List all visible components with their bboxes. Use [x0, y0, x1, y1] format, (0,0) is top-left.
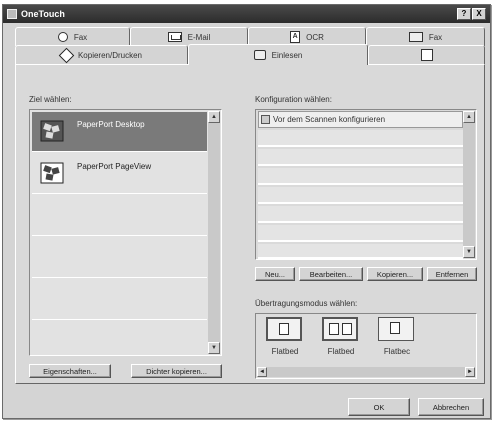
flatbed-single-icon [266, 317, 302, 341]
paperport-pageview-icon [40, 162, 64, 184]
copy-destination-button[interactable]: Dichter kopieren... [131, 364, 222, 378]
scroll-down-button[interactable]: ▼ [463, 246, 475, 258]
title-bar-buttons: ? X [457, 8, 486, 20]
cancel-button[interactable]: Abbrechen [418, 398, 484, 416]
scan-icon [253, 50, 266, 60]
flatbed-double-icon [322, 317, 358, 341]
tab-fax-2[interactable]: Fax [366, 27, 485, 46]
target-list[interactable]: PaperPort Desktop PaperPort PageView ▲ ▼ [29, 109, 222, 356]
config-icon [261, 115, 270, 124]
tab-label: Kopieren/Drucken [77, 50, 143, 60]
tab-label: Fax [428, 32, 443, 42]
transfer-mode-item[interactable]: Flatbed [316, 317, 366, 367]
mode-label: Flatbed [327, 347, 355, 356]
window-title: OneTouch [21, 9, 65, 19]
ocr-icon: A [290, 31, 301, 43]
list-item[interactable]: PaperPort PageView [32, 154, 207, 194]
list-item [32, 280, 207, 320]
list-item [32, 322, 207, 355]
onetouch-window: OneTouch ? X Fax E-Mail A OCR Fax Kopier… [2, 4, 491, 419]
new-config-button[interactable]: Neu... [255, 267, 295, 281]
tab-row-front: Kopieren/Drucken Einlesen [15, 44, 485, 65]
tab-blank[interactable] [368, 45, 485, 64]
tab-label: OCR [306, 32, 324, 42]
scroll-up-button[interactable]: ▲ [208, 111, 220, 123]
list-item [258, 187, 463, 204]
list-item-label: PaperPort PageView [77, 162, 152, 171]
blank-tab-icon [420, 49, 433, 61]
scroll-right-button[interactable]: ► [465, 367, 475, 377]
title-bar[interactable]: OneTouch ? X [3, 5, 490, 23]
tab-label: E-Mail [187, 32, 211, 42]
list-item [258, 168, 463, 185]
transfer-mode-item[interactable]: Flatbec [372, 317, 422, 367]
list-item [258, 130, 463, 147]
list-item [258, 206, 463, 223]
copy-icon [58, 47, 75, 63]
tab-scan[interactable]: Einlesen [188, 44, 368, 65]
target-list-scrollbar[interactable]: ▲ ▼ [208, 111, 220, 354]
scroll-up-button[interactable]: ▲ [463, 111, 475, 123]
tab-label: Einlesen [271, 50, 303, 60]
scroll-left-button[interactable]: ◄ [257, 367, 267, 377]
scan-tab-panel: Ziel wählen: PaperPort Desktop PaperPort… [15, 64, 485, 384]
close-button[interactable]: X [472, 8, 486, 20]
config-list[interactable]: Vor dem Scannen konfigurieren ▲ ▼ [255, 109, 477, 260]
config-label: Konfiguration wählen: [255, 95, 332, 104]
properties-button[interactable]: Eigenschaften... [29, 364, 111, 378]
fax-machine-icon [408, 32, 423, 42]
remove-config-button[interactable]: Entfernen [427, 267, 477, 281]
config-item-label: Vor dem Scannen konfigurieren [273, 115, 386, 124]
target-label: Ziel wählen: [29, 95, 72, 104]
transfer-label: Übertragungsmodus wählen: [255, 299, 358, 308]
list-item [258, 149, 463, 166]
tab-fax[interactable]: Fax [15, 27, 130, 46]
list-item [258, 225, 463, 242]
mode-label: Flatbed [271, 347, 299, 356]
list-item[interactable]: PaperPort Desktop [32, 112, 207, 152]
tab-label: Fax [73, 32, 88, 42]
list-item-label: PaperPort Desktop [77, 120, 145, 129]
ok-button[interactable]: OK [348, 398, 410, 416]
tab-copy-print[interactable]: Kopieren/Drucken [15, 45, 188, 64]
config-list-scrollbar[interactable]: ▲ ▼ [463, 111, 475, 258]
fax-icon [57, 32, 68, 42]
mode-label: Flatbec [383, 347, 411, 356]
mail-icon [167, 32, 182, 42]
copy-config-button[interactable]: Kopieren... [367, 267, 423, 281]
edit-config-button[interactable]: Bearbeiten... [299, 267, 363, 281]
list-item [258, 244, 463, 259]
flatbed-flipped-icon [378, 317, 414, 341]
list-item [32, 238, 207, 278]
transfer-mode-list[interactable]: Flatbed Flatbed Flatbec ◄ ► [255, 313, 477, 379]
help-button[interactable]: ? [457, 8, 471, 20]
transfer-mode-item[interactable]: Flatbed [260, 317, 310, 367]
paperport-desktop-icon [40, 120, 64, 142]
list-item[interactable]: Vor dem Scannen konfigurieren [258, 111, 463, 128]
scroll-down-button[interactable]: ▼ [208, 342, 220, 354]
app-icon [7, 9, 17, 19]
list-item [32, 196, 207, 236]
transfer-mode-scrollbar[interactable]: ◄ ► [257, 367, 475, 377]
